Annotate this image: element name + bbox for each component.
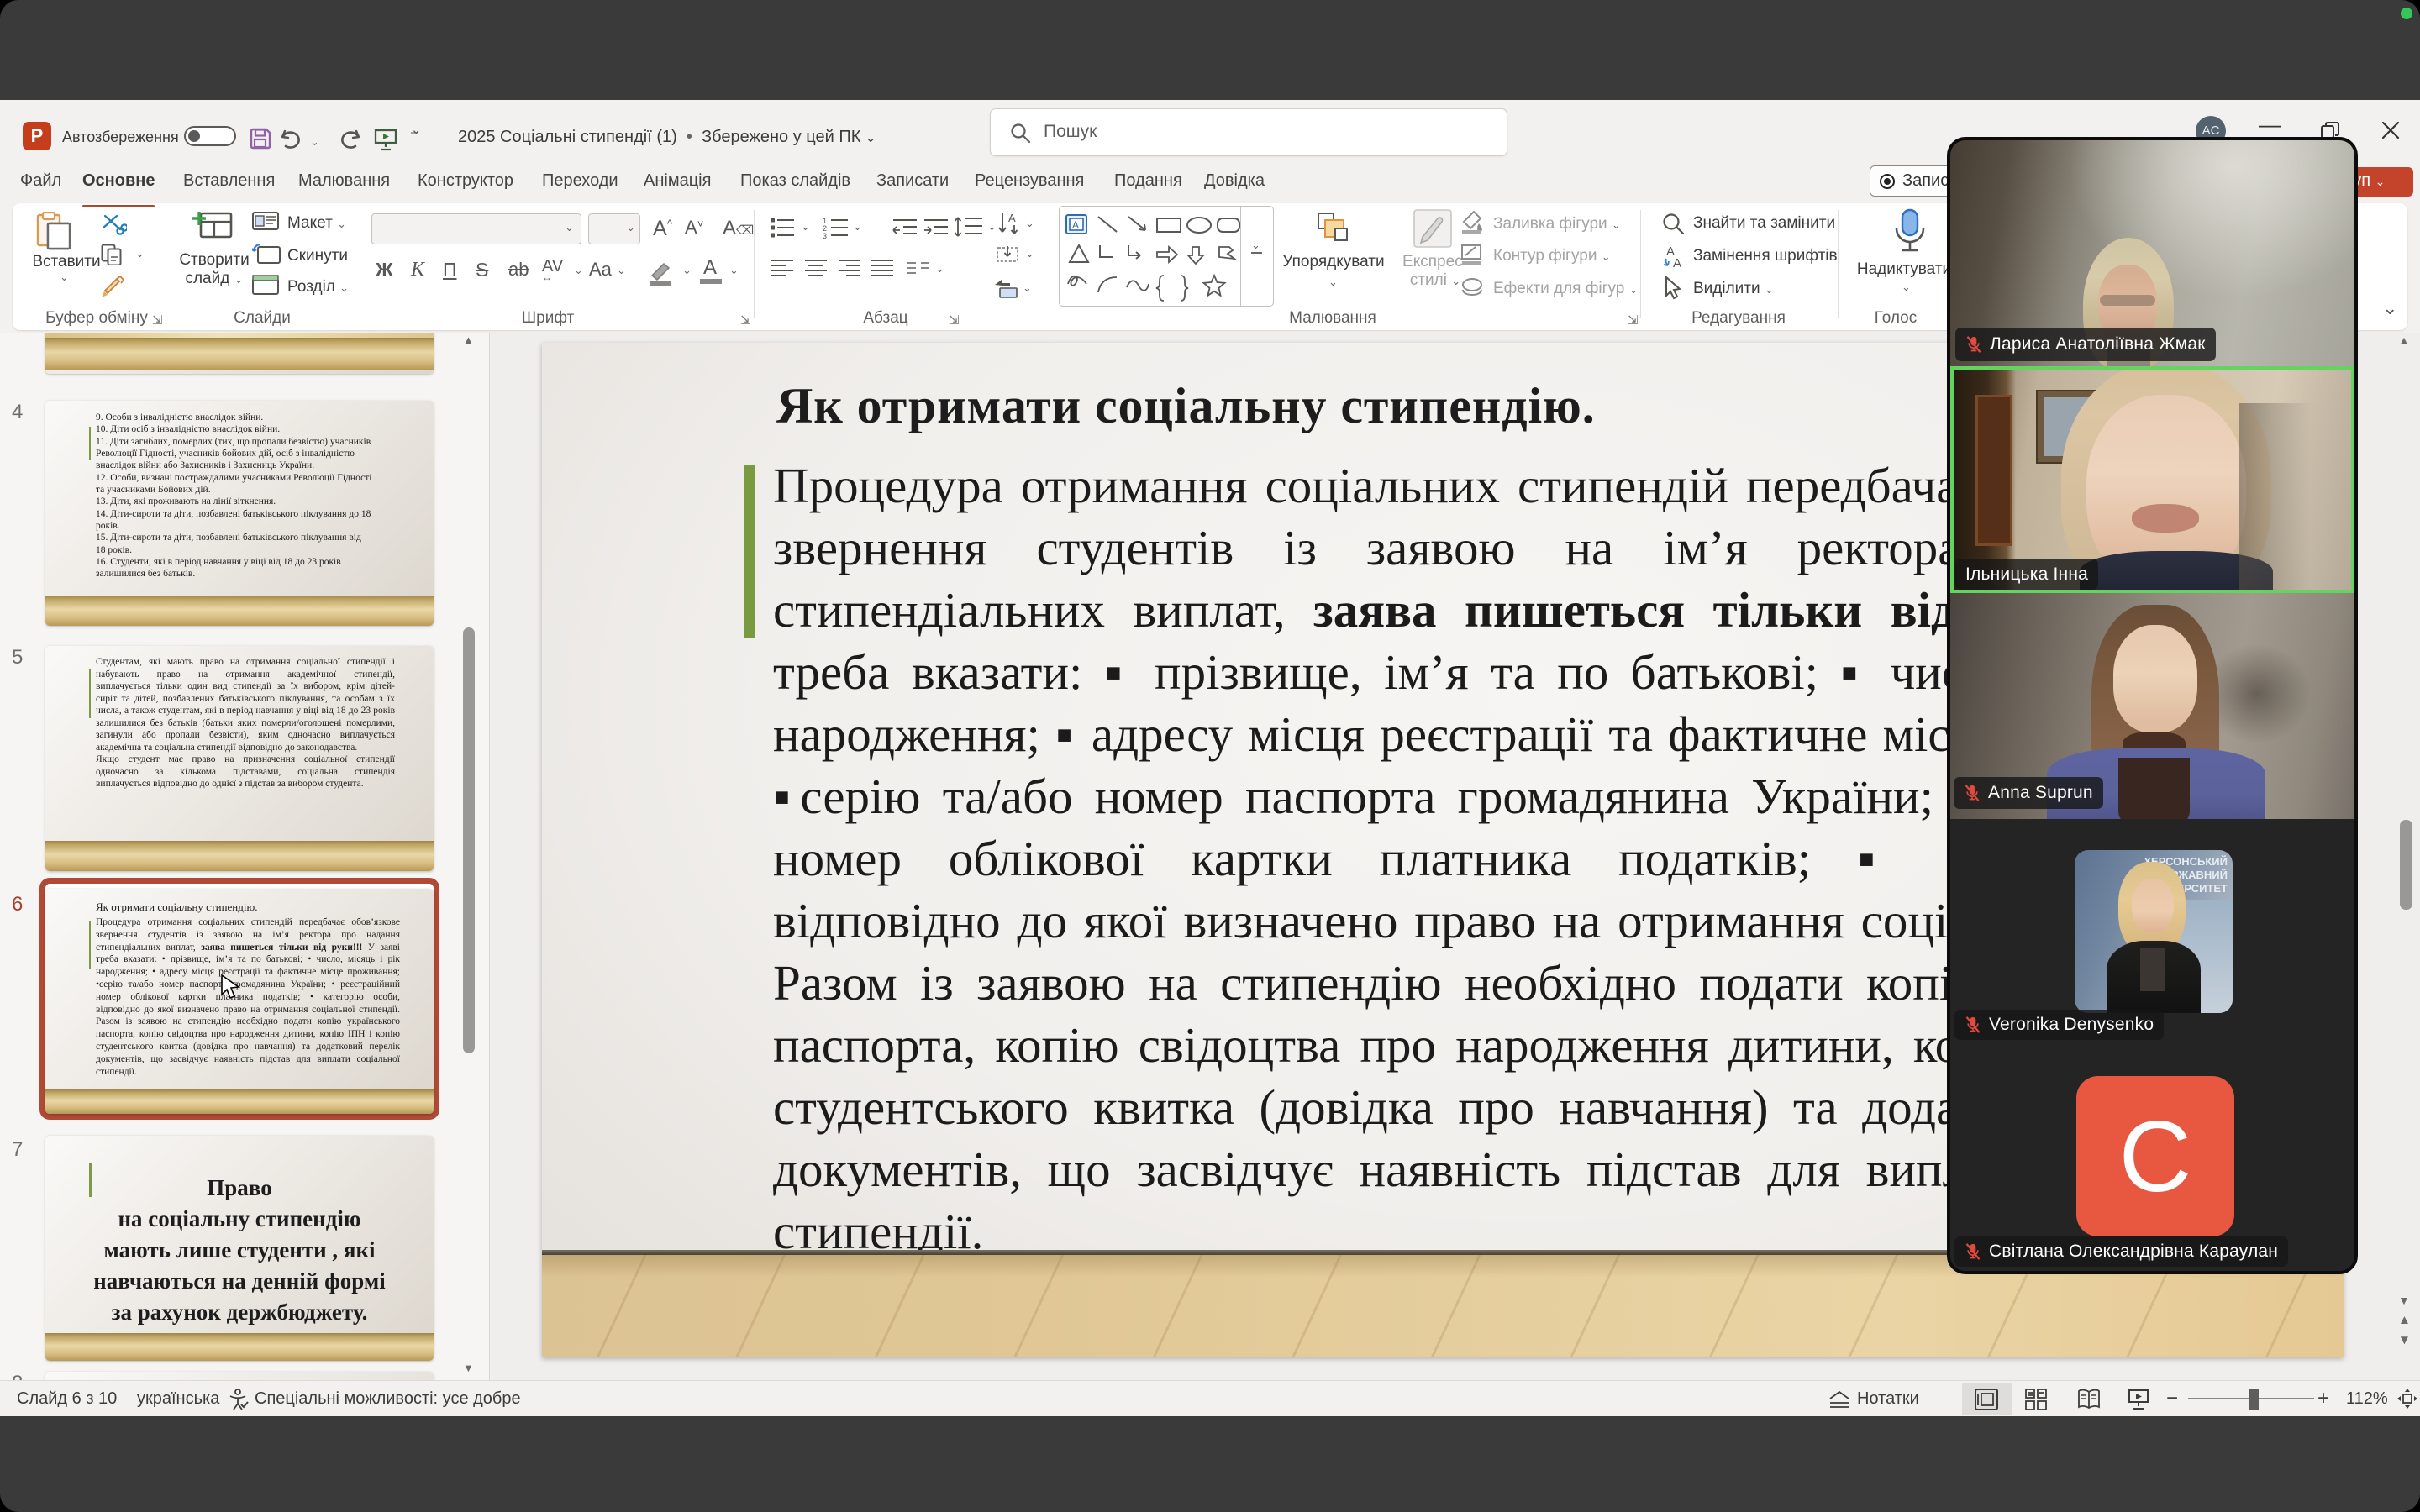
svg-text:A: A <box>1072 219 1079 231</box>
svg-text:А: А <box>1673 256 1681 269</box>
svg-text:3: 3 <box>823 232 827 240</box>
svg-text:A: A <box>1008 212 1016 224</box>
